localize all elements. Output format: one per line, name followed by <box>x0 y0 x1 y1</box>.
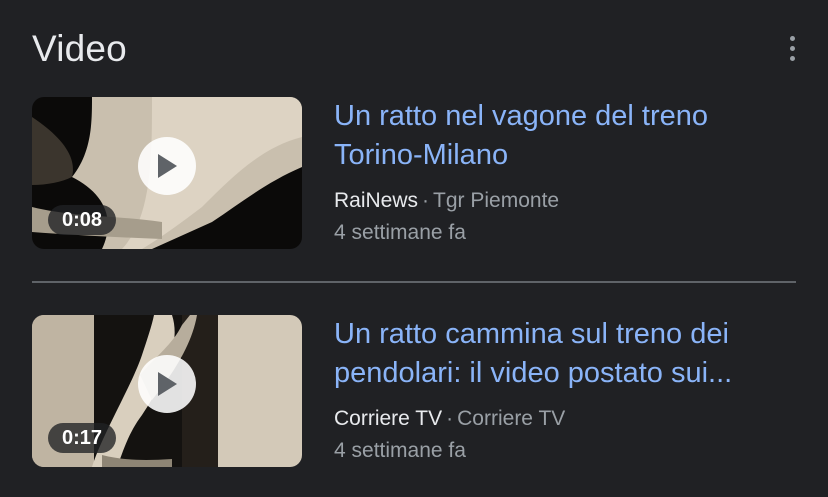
play-icon <box>138 137 196 195</box>
video-title-line: Un ratto nel vagone del treno <box>334 100 709 132</box>
more-dot <box>789 45 795 51</box>
video-result: 0:08 Un ratto nel vagone del treno Torin… <box>32 97 796 249</box>
meta-separator: · <box>446 407 454 430</box>
video-duration: 0:17 <box>48 423 117 453</box>
video-thumbnail[interactable]: 0:17 <box>32 315 302 467</box>
video-thumbnail[interactable]: 0:08 <box>32 97 302 249</box>
section-title: Video <box>32 28 127 69</box>
video-info: Un ratto cammina sul treno dei pendolari… <box>334 315 796 467</box>
video-publisher: Corriere TV <box>334 407 443 430</box>
video-info: Un ratto nel vagone del treno Torino-Mil… <box>334 97 796 249</box>
video-publisher: RaiNews <box>334 189 419 212</box>
more-dot <box>789 55 795 61</box>
video-title-line: Un ratto cammina sul treno dei <box>334 318 729 350</box>
video-age: 4 settimane fa <box>334 439 466 462</box>
video-title-link[interactable]: Un ratto nel vagone del treno Torino-Mil… <box>334 97 796 175</box>
video-title-line: pendolari: il video postato sui... <box>334 357 733 389</box>
more-options-button[interactable] <box>780 30 804 66</box>
divider <box>32 281 796 283</box>
video-channel: Tgr Piemonte <box>433 189 560 212</box>
more-vertical-icon <box>789 35 795 41</box>
video-title-line: Torino-Milano <box>334 139 509 171</box>
play-icon <box>138 355 196 413</box>
video-duration: 0:08 <box>48 205 117 235</box>
video-result: 0:17 Un ratto cammina sul treno dei pend… <box>32 315 796 467</box>
video-title-link[interactable]: Un ratto cammina sul treno dei pendolari… <box>334 315 796 393</box>
video-age: 4 settimane fa <box>334 221 466 244</box>
video-meta: Corriere TV · Corriere TV <box>334 403 796 435</box>
meta-separator: · <box>422 189 430 212</box>
section-header: Video <box>32 26 796 72</box>
video-channel: Corriere TV <box>457 407 566 430</box>
video-meta: RaiNews · Tgr Piemonte <box>334 185 796 217</box>
